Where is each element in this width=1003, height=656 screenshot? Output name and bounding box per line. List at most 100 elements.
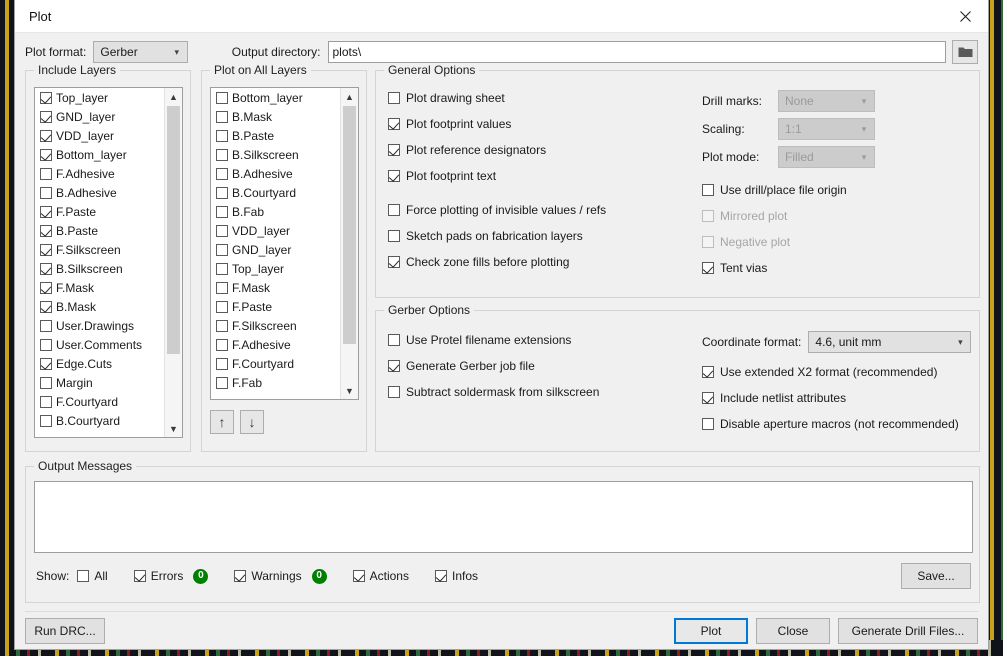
checkbox[interactable] <box>702 262 714 274</box>
include-layer-checkbox[interactable] <box>40 414 52 427</box>
plot-all-layer-checkbox[interactable] <box>216 167 228 180</box>
arrow-down-icon[interactable]: ↓ <box>240 410 264 434</box>
include-layer-checkbox[interactable] <box>40 148 52 161</box>
list-item[interactable]: F.Adhesive <box>35 164 165 183</box>
list-item[interactable]: VDD_layer <box>211 221 341 240</box>
list-item[interactable]: VDD_layer <box>35 126 165 145</box>
list-item[interactable]: F.Silkscreen <box>211 316 341 335</box>
checkbox[interactable] <box>133 570 146 582</box>
list-item[interactable]: F.Courtyard <box>211 354 341 373</box>
plot-all-layer-checkbox[interactable] <box>216 338 228 351</box>
checkbox[interactable] <box>388 92 400 104</box>
scrollbar-thumb[interactable] <box>343 106 356 344</box>
include-layer-checkbox[interactable] <box>40 395 52 408</box>
include-layer-checkbox[interactable] <box>40 224 52 237</box>
gerber-option[interactable]: Use Protel filename extensions <box>388 327 688 353</box>
list-item[interactable]: B.Silkscreen <box>35 259 165 278</box>
list-item[interactable]: F.Adhesive <box>211 335 341 354</box>
drill-marks-select[interactable]: None ▾ <box>778 90 875 112</box>
plot-all-layer-checkbox[interactable] <box>216 357 228 370</box>
checkbox[interactable] <box>388 386 400 398</box>
chevron-down-icon[interactable]: ▼ <box>165 420 182 437</box>
list-item[interactable]: F.Mask <box>211 278 341 297</box>
include-layer-checkbox[interactable] <box>40 357 52 370</box>
plot-all-layer-checkbox[interactable] <box>216 129 228 142</box>
general-option[interactable]: Plot reference designators <box>388 137 688 163</box>
checkbox[interactable] <box>77 570 90 582</box>
include-layer-checkbox[interactable] <box>40 376 52 389</box>
plot-all-layer-checkbox[interactable] <box>216 205 228 218</box>
checkbox[interactable] <box>702 392 714 404</box>
list-item[interactable]: F.Mask <box>35 278 165 297</box>
plot-button[interactable]: Plot <box>674 618 748 644</box>
include-layer-checkbox[interactable] <box>40 300 52 313</box>
general-option[interactable]: Plot footprint text <box>388 163 688 189</box>
plot-all-layer-checkbox[interactable] <box>216 91 228 104</box>
gerber-option[interactable]: Subtract soldermask from silkscreen <box>388 379 688 405</box>
checkbox[interactable] <box>702 184 714 196</box>
list-item[interactable]: B.Mask <box>35 297 165 316</box>
plot-on-all-layers-scrollbar[interactable]: ▲ ▼ <box>340 88 358 399</box>
include-layer-checkbox[interactable] <box>40 243 52 256</box>
include-layer-checkbox[interactable] <box>40 167 52 180</box>
list-item[interactable]: F.Paste <box>211 297 341 316</box>
include-layer-checkbox[interactable] <box>40 338 52 351</box>
plot-all-layer-checkbox[interactable] <box>216 376 228 389</box>
close-button[interactable]: Close <box>756 618 830 644</box>
plot-all-layer-checkbox[interactable] <box>216 243 228 256</box>
plot-all-layer-checkbox[interactable] <box>216 319 228 332</box>
checkbox[interactable] <box>702 366 714 378</box>
list-item[interactable]: User.Drawings <box>35 316 165 335</box>
message-filter[interactable]: Warnings 0 <box>234 568 327 584</box>
coordinate-format-select[interactable]: 4.6, unit mm ▾ <box>808 331 972 353</box>
include-layer-checkbox[interactable] <box>40 281 52 294</box>
include-layers-list[interactable]: Top_layer GND_layer VDD_layer Bottom_layer F… <box>34 87 183 438</box>
generate-drill-files-button[interactable]: Generate Drill Files... <box>838 618 978 644</box>
list-item[interactable]: Top_layer <box>35 88 165 107</box>
plot-all-layer-checkbox[interactable] <box>216 262 228 275</box>
output-directory-input[interactable]: plots\ <box>327 41 947 63</box>
list-item[interactable]: B.Courtyard <box>211 183 341 202</box>
list-item[interactable]: Top_layer <box>211 259 341 278</box>
folder-icon[interactable] <box>952 40 978 64</box>
list-item[interactable]: F.Courtyard <box>35 392 165 411</box>
arrow-up-icon[interactable]: ↑ <box>210 410 234 434</box>
checkbox[interactable] <box>388 144 400 156</box>
general-option[interactable]: Plot footprint values <box>388 111 688 137</box>
general-option[interactable]: Tent vias <box>702 255 972 281</box>
include-layer-checkbox[interactable] <box>40 205 52 218</box>
list-item[interactable]: Bottom_layer <box>35 145 165 164</box>
list-item[interactable]: B.Paste <box>35 221 165 240</box>
list-item[interactable]: Margin <box>35 373 165 392</box>
checkbox[interactable] <box>234 570 247 582</box>
list-item[interactable]: Edge.Cuts <box>35 354 165 373</box>
plot-all-layer-checkbox[interactable] <box>216 281 228 294</box>
plot-format-select[interactable]: Gerber ▾ <box>93 41 188 63</box>
message-filter[interactable]: Actions <box>352 569 409 583</box>
checkbox[interactable] <box>702 418 714 430</box>
scrollbar-thumb[interactable] <box>167 106 180 354</box>
include-layer-checkbox[interactable] <box>40 129 52 142</box>
plot-all-layer-checkbox[interactable] <box>216 148 228 161</box>
include-layers-scrollbar[interactable]: ▲ ▼ <box>164 88 182 437</box>
gerber-option[interactable]: Disable aperture macros (not recommended… <box>702 411 977 437</box>
chevron-up-icon[interactable]: ▲ <box>165 88 182 105</box>
chevron-down-icon[interactable]: ▼ <box>341 382 358 399</box>
list-item[interactable]: B.Courtyard <box>35 411 165 430</box>
gerber-option[interactable]: Include netlist attributes <box>702 385 977 411</box>
list-item[interactable]: F.Paste <box>35 202 165 221</box>
list-item[interactable]: F.Fab <box>211 373 341 392</box>
plot-mode-select[interactable]: Filled ▾ <box>778 146 875 168</box>
gerber-option[interactable]: Use extended X2 format (recommended) <box>702 359 977 385</box>
checkbox[interactable] <box>388 360 400 372</box>
chevron-up-icon[interactable]: ▲ <box>341 88 358 105</box>
checkbox[interactable] <box>388 230 400 242</box>
list-item[interactable]: B.Paste <box>211 126 341 145</box>
general-option[interactable]: Check zone fills before plotting <box>388 249 688 275</box>
message-filter[interactable]: All <box>77 569 108 583</box>
message-filter[interactable]: Infos <box>434 569 478 583</box>
checkbox[interactable] <box>388 256 400 268</box>
checkbox[interactable] <box>434 570 447 582</box>
run-drc-button[interactable]: Run DRC... <box>25 618 105 644</box>
close-icon[interactable] <box>942 0 988 32</box>
